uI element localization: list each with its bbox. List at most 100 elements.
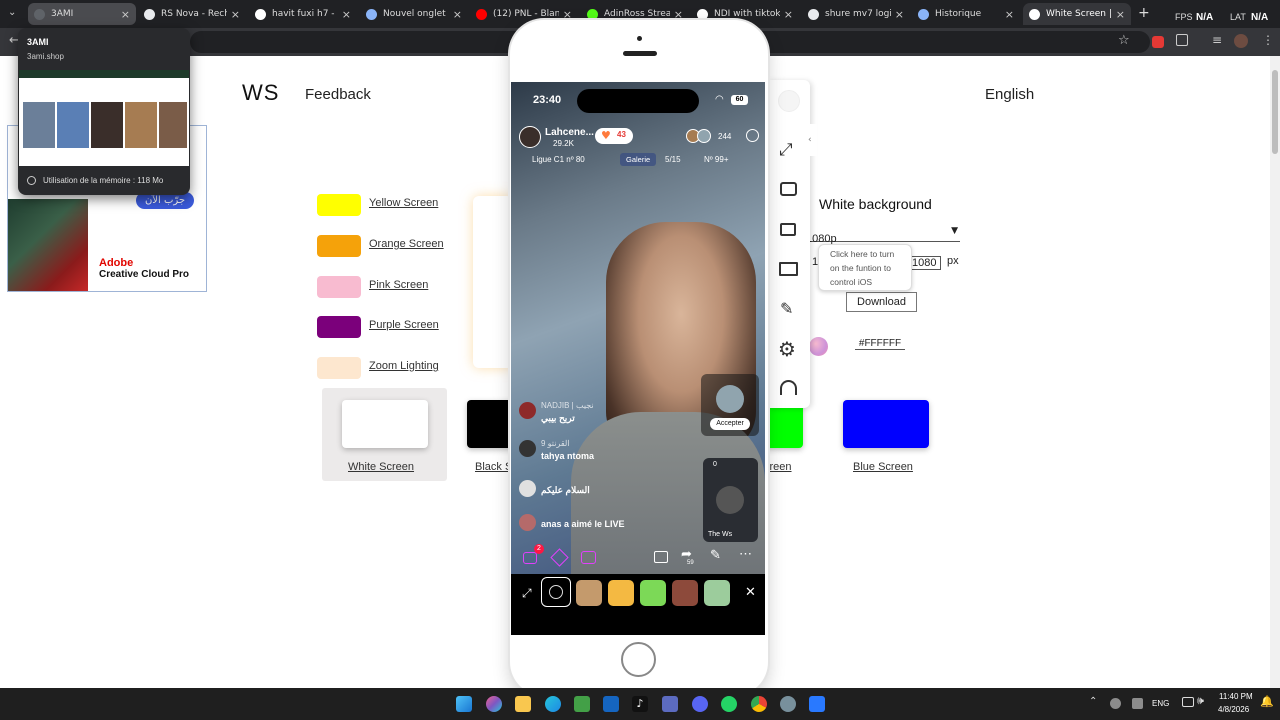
tab-search-icon[interactable]: ⌄ <box>8 7 16 18</box>
resolution-select[interactable]: 1080p ▼ <box>806 226 960 245</box>
effect-thumbnail-1[interactable] <box>576 580 602 606</box>
language-selector[interactable]: English <box>985 86 1034 103</box>
swatch-label[interactable]: Zoom Lighting <box>369 360 439 372</box>
gear-icon[interactable]: ⚙ <box>778 337 796 361</box>
browser-tab[interactable]: shure mv7 logicie × <box>802 3 910 25</box>
close-tab-icon[interactable]: × <box>453 8 462 21</box>
browser-tab[interactable]: RS Nova - Reche × <box>138 3 246 25</box>
new-tab-button[interactable]: + <box>1138 5 1150 21</box>
language-indicator[interactable]: ENG <box>1152 699 1169 708</box>
screen-card-label[interactable]: Blue Screen <box>853 461 913 473</box>
close-tab-icon[interactable]: × <box>784 8 793 21</box>
tiktok-icon[interactable]: ♪ <box>632 696 648 712</box>
profile-avatar[interactable] <box>1234 34 1248 48</box>
fullscreen-icon[interactable]: ⤢ <box>522 586 532 601</box>
follow-button[interactable]: ♥ 43 <box>595 128 633 144</box>
color-swatch[interactable] <box>317 316 361 338</box>
start-menu-icon[interactable] <box>456 696 472 712</box>
tray-chevron-icon[interactable]: ⌃ <box>1089 696 1097 707</box>
volume-icon[interactable]: 🕪 <box>1197 694 1204 708</box>
swatch-label[interactable]: Purple Screen <box>369 319 439 331</box>
swatch-label[interactable]: Pink Screen <box>369 279 428 291</box>
reading-list-icon[interactable]: ≡ <box>1212 33 1222 47</box>
screen-card-label[interactable]: White Screen <box>348 461 414 473</box>
collapse-chevron-icon[interactable]: ‹ <box>808 124 817 156</box>
close-tab-icon[interactable]: × <box>563 8 572 21</box>
comment-avatar[interactable] <box>519 480 536 497</box>
teams-icon[interactable] <box>662 696 678 712</box>
discord-icon[interactable] <box>692 696 708 712</box>
extensions-icon[interactable] <box>1176 34 1188 46</box>
height-input[interactable]: 1080 <box>909 256 941 270</box>
film-icon[interactable] <box>654 551 668 563</box>
browser-tab[interactable]: White Screen | O × <box>1023 3 1131 25</box>
camera-icon[interactable] <box>780 182 797 196</box>
league-badge[interactable]: Ligue C1 nº 80 <box>532 155 585 164</box>
comment-username[interactable]: 9 القرنتو <box>541 439 570 448</box>
swatch-label[interactable]: Orange Screen <box>369 238 444 250</box>
close-tab-icon[interactable]: × <box>121 8 130 21</box>
comment-avatar[interactable] <box>519 514 536 531</box>
tray-app-icon[interactable] <box>1132 698 1143 709</box>
comment-avatar[interactable] <box>519 440 536 457</box>
no-effect-button[interactable] <box>541 577 571 607</box>
browser-tab[interactable]: havit fuxi h7 - Re × <box>249 3 357 25</box>
store-icon[interactable] <box>574 696 590 712</box>
power-icon[interactable] <box>746 129 759 142</box>
effect-thumbnail-2[interactable] <box>608 580 634 606</box>
scrollbar-thumb[interactable] <box>1272 70 1278 154</box>
color-swatch[interactable] <box>317 235 361 257</box>
brush-icon[interactable]: ✎ <box>780 299 793 318</box>
bookmark-star-icon[interactable]: ☆ <box>1118 33 1130 48</box>
guest-video-tile[interactable]: 0 The Ws <box>703 458 758 542</box>
browser-tab[interactable]: Historique × <box>912 3 1020 25</box>
phone-home-button[interactable] <box>621 642 656 677</box>
effect-thumbnail-3[interactable] <box>640 580 666 606</box>
add-video-icon[interactable] <box>581 551 596 564</box>
expand-icon[interactable]: ⤢ <box>779 140 793 160</box>
hex-input[interactable]: #FFFFFF <box>855 338 905 350</box>
browser-tab[interactable]: 3AMI × <box>28 3 136 25</box>
screen-card[interactable] <box>342 400 428 448</box>
swatch-label[interactable]: Yellow Screen <box>369 197 438 209</box>
menu-kebab-icon[interactable]: ⋮ <box>1262 33 1274 47</box>
color-swatch[interactable] <box>317 357 361 379</box>
file-explorer-icon[interactable] <box>515 696 531 712</box>
whatsapp-icon[interactable] <box>721 696 737 712</box>
screen-share-icon[interactable] <box>779 262 798 276</box>
viewer-avatars[interactable] <box>686 129 714 143</box>
network-icon[interactable] <box>1182 697 1194 707</box>
close-tab-icon[interactable]: × <box>231 8 240 21</box>
effect-thumbnail-5[interactable] <box>704 580 730 606</box>
guests-icon[interactable] <box>523 552 537 564</box>
settings-app-icon[interactable] <box>780 696 796 712</box>
download-button[interactable]: Download <box>846 292 917 312</box>
streamer-avatar[interactable] <box>519 126 541 148</box>
close-tab-icon[interactable]: × <box>895 8 904 21</box>
browser-tab[interactable]: Nouvel onglet × <box>360 3 468 25</box>
headset-icon[interactable] <box>780 380 797 395</box>
more-icon[interactable]: ⋯ <box>739 546 752 562</box>
mascot-icon[interactable] <box>778 90 800 112</box>
gallery-button[interactable]: Galerie <box>620 153 657 166</box>
site-logo[interactable]: WS <box>242 80 279 106</box>
palette-icon[interactable] <box>809 337 828 356</box>
close-tab-icon[interactable]: × <box>674 8 683 21</box>
notification-icon[interactable]: 🔔 <box>1260 695 1274 708</box>
copilot-icon[interactable] <box>486 696 502 712</box>
comment-username[interactable]: NADJIB | نجيب <box>541 401 594 410</box>
mail-icon[interactable] <box>603 696 619 712</box>
active-app-icon[interactable] <box>809 696 825 712</box>
tray-discord-icon[interactable] <box>1110 698 1121 709</box>
clock-time[interactable]: 11:40 PM <box>1219 692 1253 701</box>
clock-date[interactable]: 4/8/2026 <box>1218 705 1249 714</box>
screen-card-label[interactable]: creen <box>764 461 792 473</box>
close-tab-icon[interactable]: × <box>342 8 351 21</box>
color-swatch[interactable] <box>317 276 361 298</box>
edge-icon[interactable] <box>545 696 561 712</box>
accept-button[interactable]: Accepter <box>710 418 750 430</box>
close-effects-icon[interactable]: ✕ <box>745 584 756 600</box>
edit-icon[interactable]: ✎ <box>710 547 721 563</box>
rank-badge[interactable]: Nº 99+ <box>704 155 729 164</box>
close-tab-icon[interactable]: × <box>1005 8 1014 21</box>
